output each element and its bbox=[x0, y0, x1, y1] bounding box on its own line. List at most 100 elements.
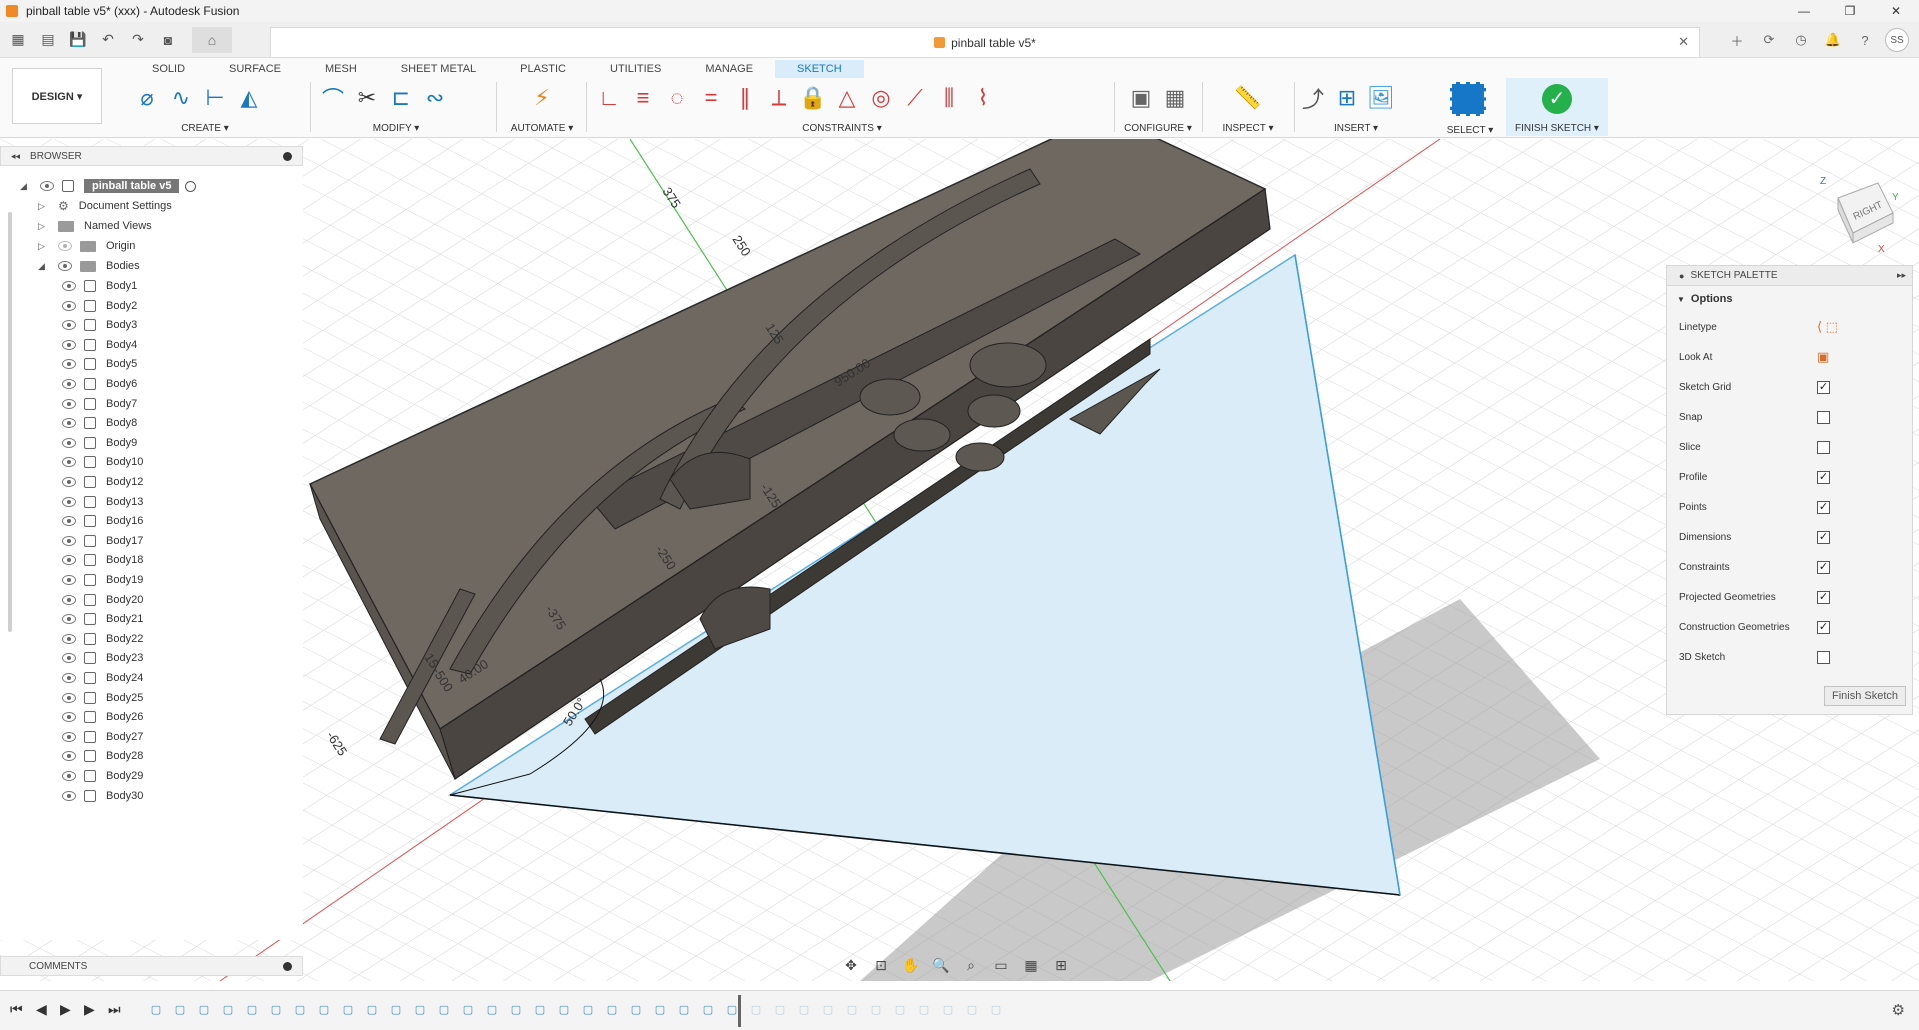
tab-solid[interactable]: SOLID bbox=[130, 60, 207, 78]
curvature-icon[interactable]: ⌇ bbox=[966, 82, 1000, 114]
palette-header[interactable]: ● SKETCH PALETTE ▸▸ bbox=[1667, 266, 1912, 286]
timeline-feature-icon[interactable]: ▢ bbox=[290, 1001, 310, 1017]
timeline-feature-icon[interactable]: ▢ bbox=[218, 1001, 238, 1017]
body-row[interactable]: Body23 bbox=[62, 648, 143, 668]
collapse-triangle-icon[interactable]: ◢ bbox=[20, 181, 30, 192]
tab-surface[interactable]: SURFACE bbox=[207, 60, 303, 78]
perpendicular-icon[interactable]: ⟂ bbox=[762, 82, 796, 114]
timeline-feature-icon[interactable]: ▢ bbox=[338, 1001, 358, 1017]
insert-derive-icon[interactable]: ⤴ bbox=[1296, 82, 1330, 114]
pin-icon[interactable] bbox=[283, 151, 292, 161]
go-to-end-icon[interactable]: ⏭ bbox=[108, 1001, 121, 1018]
play-icon[interactable]: ▶ bbox=[60, 1001, 71, 1018]
pan-icon[interactable]: ✋ bbox=[898, 954, 924, 976]
expand-triangle-icon[interactable]: ▷ bbox=[38, 221, 48, 232]
body-row[interactable]: Body30 bbox=[62, 786, 143, 806]
orbit-icon[interactable]: ✥ bbox=[838, 954, 864, 976]
visibility-eye-icon[interactable] bbox=[62, 281, 76, 291]
display-settings-icon[interactable]: ▭ bbox=[988, 954, 1014, 976]
expand-palette-icon[interactable]: ▸▸ bbox=[1897, 270, 1906, 281]
visibility-eye-icon[interactable] bbox=[40, 181, 54, 191]
tree-item-named-views[interactable]: ▷ Named Views bbox=[38, 216, 152, 236]
blend-curve-icon[interactable]: ∾ bbox=[418, 82, 452, 114]
timeline-feature-icon[interactable]: ▢ bbox=[410, 1001, 430, 1017]
tree-item-origin[interactable]: ▷ Origin bbox=[38, 236, 135, 256]
finish-sketch-menu[interactable]: FINISH SKETCH ▾ bbox=[1506, 123, 1608, 134]
bumper[interactable] bbox=[969, 342, 1047, 388]
viewcube[interactable]: RIGHT Z Y X bbox=[1808, 168, 1899, 258]
visibility-eye-icon[interactable] bbox=[62, 712, 76, 723]
visibility-eye-icon[interactable] bbox=[62, 437, 76, 448]
visibility-eye-icon[interactable] bbox=[62, 633, 76, 644]
body-row[interactable]: Body17 bbox=[62, 531, 143, 551]
visibility-eye-icon[interactable] bbox=[62, 379, 76, 389]
grid-settings-icon[interactable]: ▦ bbox=[1018, 954, 1044, 976]
body-row[interactable]: Body7 bbox=[62, 394, 137, 414]
timeline-feature-icon[interactable]: ▢ bbox=[554, 1001, 574, 1017]
select-icon[interactable] bbox=[1450, 82, 1486, 116]
offset-tool-icon[interactable]: ⊏ bbox=[384, 82, 418, 114]
comments-panel[interactable]: COMMENTS bbox=[0, 956, 303, 976]
save-icon[interactable]: 💾 bbox=[66, 28, 90, 52]
checkbox[interactable]: ✓ bbox=[1817, 621, 1830, 634]
body-row[interactable]: Body4 bbox=[62, 335, 137, 355]
visibility-eye-icon[interactable] bbox=[62, 751, 76, 762]
timeline-feature-icon[interactable]: ▢ bbox=[890, 1001, 910, 1017]
bumper[interactable] bbox=[859, 378, 921, 416]
visibility-eye-icon[interactable] bbox=[62, 516, 76, 527]
visibility-eye-icon[interactable] bbox=[62, 457, 76, 468]
insert-menu[interactable]: INSERT ▾ bbox=[1296, 123, 1416, 134]
bumper[interactable] bbox=[967, 394, 1021, 428]
body-row[interactable]: Body6 bbox=[62, 374, 137, 394]
body-row[interactable]: Body25 bbox=[62, 688, 143, 708]
palette-finish-sketch-button[interactable]: Finish Sketch bbox=[1824, 686, 1906, 706]
mirror-tool-icon[interactable]: ◭ bbox=[232, 82, 266, 114]
timeline-marker[interactable] bbox=[738, 995, 741, 1027]
body-row[interactable]: Body28 bbox=[62, 746, 143, 766]
create-menu[interactable]: CREATE ▾ bbox=[130, 123, 280, 134]
timeline-feature-icon[interactable]: ▢ bbox=[698, 1001, 718, 1017]
workspace-switcher[interactable]: DESIGN ▾ bbox=[12, 68, 102, 124]
visibility-eye-icon[interactable] bbox=[62, 575, 76, 585]
browser-scrollbar[interactable] bbox=[8, 212, 12, 632]
options-section-header[interactable]: ▼ Options bbox=[1667, 286, 1912, 312]
visibility-eye-icon[interactable] bbox=[58, 261, 72, 271]
help-icon[interactable]: ? bbox=[1853, 28, 1877, 52]
visibility-eye-icon[interactable] bbox=[62, 594, 76, 605]
bumper[interactable] bbox=[893, 418, 951, 452]
timeline-feature-icon[interactable]: ▢ bbox=[626, 1001, 646, 1017]
home-tab[interactable]: ⌂ bbox=[192, 26, 232, 53]
extensions-icon[interactable]: ⟳ bbox=[1757, 28, 1781, 52]
tree-root[interactable]: ◢ pinball table v5 bbox=[20, 176, 197, 196]
collapse-panel-icon[interactable]: ◂◂ bbox=[11, 151, 20, 162]
fit-icon[interactable]: ⌕ bbox=[958, 954, 984, 976]
timeline-feature-icon[interactable]: ▢ bbox=[530, 1001, 550, 1017]
body-row[interactable]: Body26 bbox=[62, 707, 143, 727]
visibility-eye-icon[interactable] bbox=[62, 771, 76, 781]
visibility-eye-icon[interactable] bbox=[62, 731, 76, 742]
timeline-feature-icon[interactable]: ▢ bbox=[266, 1001, 286, 1017]
visibility-eye-icon[interactable] bbox=[62, 790, 76, 801]
close-window-button[interactable]: ✕ bbox=[1873, 0, 1919, 22]
look-at-icon[interactable]: ▣ bbox=[1817, 350, 1857, 364]
timeline-feature-icon[interactable]: ▢ bbox=[986, 1001, 1006, 1017]
step-back-icon[interactable]: ◀ bbox=[36, 1001, 47, 1018]
close-tab-icon[interactable]: ✕ bbox=[1678, 34, 1689, 50]
concentric-icon[interactable]: ◎ bbox=[864, 82, 898, 114]
timeline-feature-icon[interactable]: ▢ bbox=[794, 1001, 814, 1017]
tab-manage[interactable]: MANAGE bbox=[683, 60, 775, 78]
body-row[interactable]: Body10 bbox=[62, 452, 143, 472]
insert-image-icon[interactable]: 🖼 bbox=[1364, 82, 1398, 114]
checkbox[interactable] bbox=[1817, 411, 1830, 424]
body-row[interactable]: Body20 bbox=[62, 590, 143, 610]
visibility-eye-icon[interactable] bbox=[62, 555, 76, 566]
timeline-feature-icon[interactable]: ▢ bbox=[506, 1001, 526, 1017]
timeline-feature-icon[interactable]: ▢ bbox=[674, 1001, 694, 1017]
finish-sketch-group[interactable]: ✓ FINISH SKETCH ▾ bbox=[1506, 78, 1608, 136]
body-row[interactable]: Body13 bbox=[62, 492, 143, 512]
apps-grid-icon[interactable]: ▦ bbox=[6, 28, 30, 52]
timeline-feature-icon[interactable]: ▢ bbox=[482, 1001, 502, 1017]
coincident-icon[interactable]: ∟ bbox=[592, 82, 626, 114]
redo-icon[interactable]: ↷ bbox=[126, 28, 150, 52]
timeline-feature-icon[interactable]: ▢ bbox=[842, 1001, 862, 1017]
